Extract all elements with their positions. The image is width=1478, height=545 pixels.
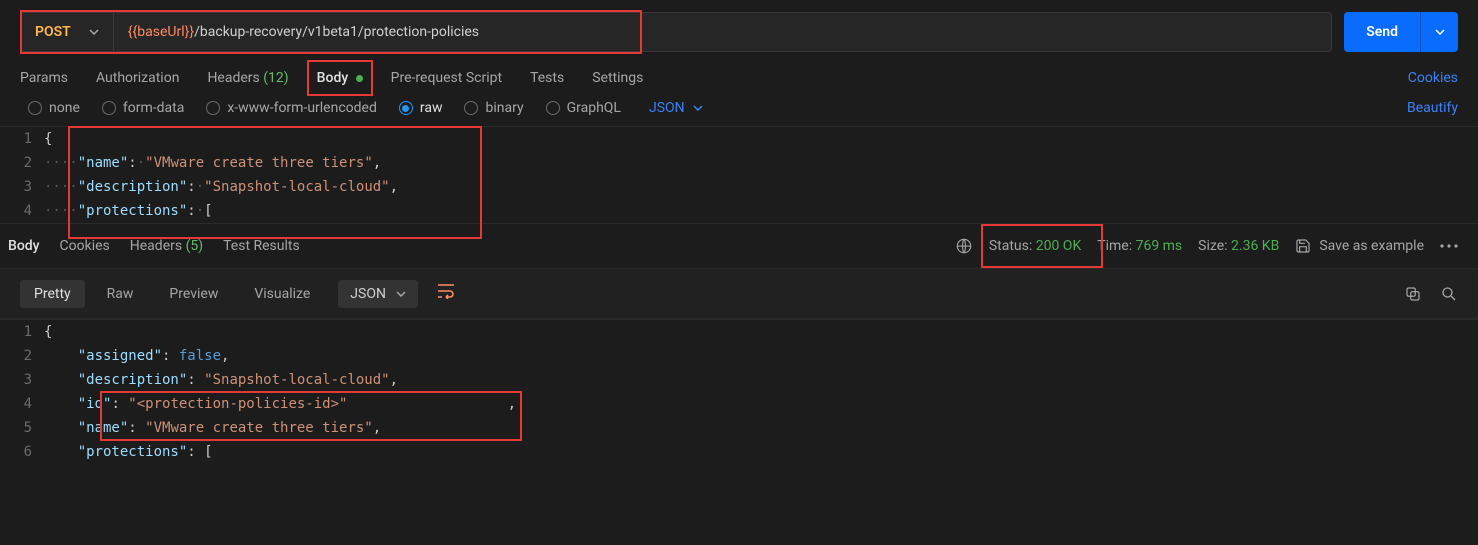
size-label: Size: — [1198, 238, 1227, 254]
save-as-example-button[interactable]: Save as example — [1295, 238, 1424, 254]
status-value: 200 OK — [1036, 238, 1082, 254]
size-value: 2.36 KB — [1231, 238, 1279, 254]
view-tab-raw[interactable]: Raw — [93, 280, 148, 308]
time-label: Time: — [1097, 238, 1132, 254]
url-path: /backup-recovery/v1beta1/protection-poli… — [194, 24, 479, 40]
tab-headers[interactable]: Headers (12) — [207, 70, 288, 86]
globe-icon[interactable] — [955, 237, 973, 255]
body-type-graphql[interactable]: GraphQL — [546, 100, 621, 116]
tab-prerequest-script[interactable]: Pre-request Script — [391, 70, 502, 86]
view-tab-pretty[interactable]: Pretty — [20, 280, 85, 308]
http-method-select[interactable]: POST — [21, 13, 114, 51]
send-dropdown-button[interactable] — [1420, 12, 1458, 52]
view-tab-preview[interactable]: Preview — [155, 280, 232, 308]
body-type-urlencoded[interactable]: x-www-form-urlencoded — [206, 100, 377, 116]
body-format-select[interactable]: JSON — [649, 100, 703, 116]
cookies-link[interactable]: Cookies — [1408, 70, 1458, 86]
request-url-input[interactable]: {{baseUrl}}/backup-recovery/v1beta1/prot… — [114, 24, 1331, 40]
request-body-editor[interactable]: 1{ 2····"name":·"VMware create three tie… — [0, 126, 1478, 223]
body-type-binary[interactable]: binary — [464, 100, 523, 116]
response-format-select[interactable]: JSON — [338, 280, 418, 308]
response-tab-headers[interactable]: Headers (5) — [130, 234, 203, 258]
body-type-form-data[interactable]: form-data — [102, 100, 184, 116]
tab-authorization[interactable]: Authorization — [96, 70, 179, 86]
view-tab-visualize[interactable]: Visualize — [240, 280, 324, 308]
tab-tests[interactable]: Tests — [530, 70, 564, 86]
status-label: Status: — [989, 238, 1032, 254]
chevron-down-icon — [396, 291, 406, 297]
chevron-down-icon — [1435, 29, 1445, 35]
body-type-none[interactable]: none — [28, 100, 80, 116]
search-icon[interactable] — [1440, 285, 1458, 303]
http-method-label: POST — [35, 24, 71, 40]
wrap-icon — [436, 283, 456, 299]
response-tab-body[interactable]: Body — [8, 234, 40, 258]
save-icon — [1295, 238, 1311, 254]
response-tab-cookies[interactable]: Cookies — [60, 234, 110, 258]
tab-params[interactable]: Params — [20, 70, 68, 86]
response-tab-test-results[interactable]: Test Results — [223, 234, 300, 258]
chevron-down-icon — [693, 105, 703, 111]
modified-dot-icon — [356, 75, 363, 82]
body-type-raw[interactable]: raw — [399, 100, 443, 116]
tab-body[interactable]: Body — [317, 70, 363, 86]
response-body-viewer[interactable]: 1{ 2 "assigned": false, 3 "description":… — [0, 319, 1478, 464]
tab-settings[interactable]: Settings — [592, 70, 643, 86]
time-value: 769 ms — [1136, 238, 1183, 254]
line-wrap-button[interactable] — [426, 277, 466, 310]
url-variable-token: {{baseUrl}} — [128, 24, 194, 40]
chevron-down-icon — [89, 29, 99, 35]
beautify-link[interactable]: Beautify — [1407, 100, 1458, 116]
send-button[interactable]: Send — [1344, 12, 1420, 52]
copy-icon[interactable] — [1404, 285, 1422, 303]
more-icon[interactable] — [1440, 244, 1458, 248]
